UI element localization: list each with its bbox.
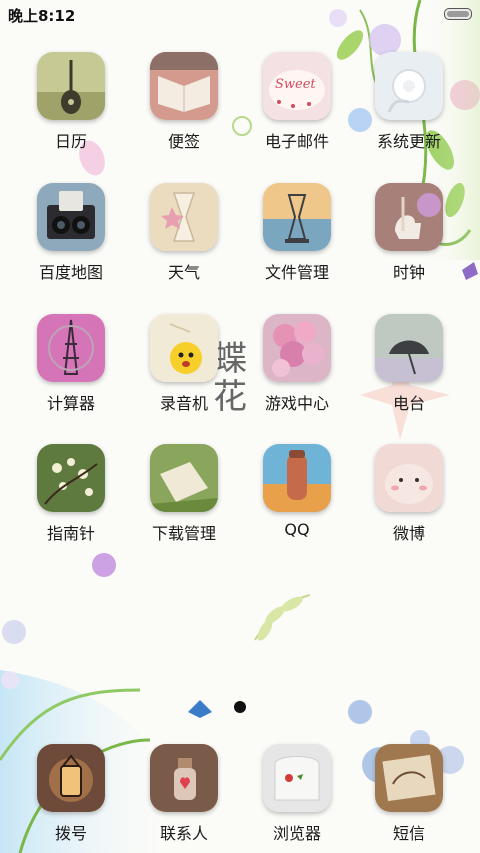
app-file-manager[interactable]: 文件管理 — [242, 183, 352, 283]
svg-text:Sweet: Sweet — [275, 77, 316, 92]
app-system-update[interactable]: 系统更新 — [354, 52, 464, 152]
balloons-photo-icon — [263, 314, 331, 382]
app-label: 便签 — [167, 132, 200, 151]
cute-face-photo-icon — [375, 444, 443, 512]
dock-contacts[interactable]: 联系人 — [129, 744, 239, 844]
app-clock[interactable]: 时钟 — [354, 183, 464, 283]
notebook-grass-photo-icon — [150, 444, 218, 512]
app-game-center[interactable]: 游戏中心 — [242, 314, 352, 414]
app-weibo[interactable]: 微博 — [354, 444, 464, 544]
hourglass-star-photo-icon — [150, 183, 218, 251]
app-label: 百度地图 — [38, 263, 103, 282]
app-label: 下载管理 — [151, 524, 216, 543]
app-label: 天气 — [167, 263, 200, 282]
strawberry-card-photo-icon — [263, 744, 331, 812]
app-label: 电台 — [392, 394, 425, 413]
app-label: 拨号 — [54, 824, 87, 843]
carousel-horse-photo-icon — [375, 183, 443, 251]
app-label: 短信 — [392, 824, 425, 843]
app-recorder[interactable]: 录音机 — [129, 314, 239, 414]
dock-dialer[interactable]: 拨号 — [16, 744, 126, 844]
status-time: 晚上8:12 — [8, 7, 76, 25]
dock-messages[interactable]: 短信 — [354, 744, 464, 844]
battery-icon — [444, 8, 472, 20]
dock-browser[interactable]: 浏览器 — [242, 744, 352, 844]
app-label: 时钟 — [392, 263, 425, 282]
heart-bottle-photo-icon — [150, 744, 218, 812]
app-label: 文件管理 — [264, 263, 329, 282]
app-label: 电子邮件 — [264, 132, 329, 151]
app-download-manager[interactable]: 下载管理 — [129, 444, 239, 544]
sweet-cake-photo-icon: Sweet — [263, 52, 331, 120]
app-compass[interactable]: 指南针 — [16, 444, 126, 544]
blossom-photo-icon — [37, 444, 105, 512]
app-weather[interactable]: 天气 — [129, 183, 239, 283]
open-book-photo-icon — [150, 52, 218, 120]
app-notes[interactable]: 便签 — [129, 52, 239, 152]
page-indicator-dot[interactable] — [234, 701, 246, 713]
app-label: 微博 — [392, 524, 425, 543]
app-baidu-map[interactable]: 百度地图 — [16, 183, 126, 283]
app-label: 浏览器 — [272, 824, 321, 843]
app-label: 计算器 — [46, 394, 95, 413]
app-label: 指南针 — [46, 524, 95, 543]
app-radio[interactable]: 电台 — [354, 314, 464, 414]
app-label: 联系人 — [159, 824, 208, 843]
app-label: QQ — [284, 520, 310, 539]
app-calendar[interactable]: 日历 — [16, 52, 126, 152]
app-email[interactable]: Sweet 电子邮件 — [242, 52, 352, 152]
app-label: 日历 — [54, 132, 87, 151]
app-qq[interactable]: QQ — [242, 444, 352, 539]
eiffel-tower-photo-icon — [37, 314, 105, 382]
app-label: 系统更新 — [376, 132, 441, 151]
hourglass-sunset-photo-icon — [263, 183, 331, 251]
app-calculator[interactable]: 计算器 — [16, 314, 126, 414]
vintage-camera-photo-icon — [37, 183, 105, 251]
earphones-photo-icon — [375, 52, 443, 120]
app-label: 录音机 — [159, 394, 208, 413]
sketchbook-photo-icon — [375, 744, 443, 812]
smiley-photo-icon — [150, 314, 218, 382]
app-label: 游戏中心 — [264, 394, 329, 413]
umbrella-photo-icon — [375, 314, 443, 382]
status-bar: 晚上8:12 — [0, 0, 480, 28]
lantern-photo-icon — [37, 744, 105, 812]
flask-photo-icon — [263, 444, 331, 512]
guitar-photo-icon — [37, 52, 105, 120]
